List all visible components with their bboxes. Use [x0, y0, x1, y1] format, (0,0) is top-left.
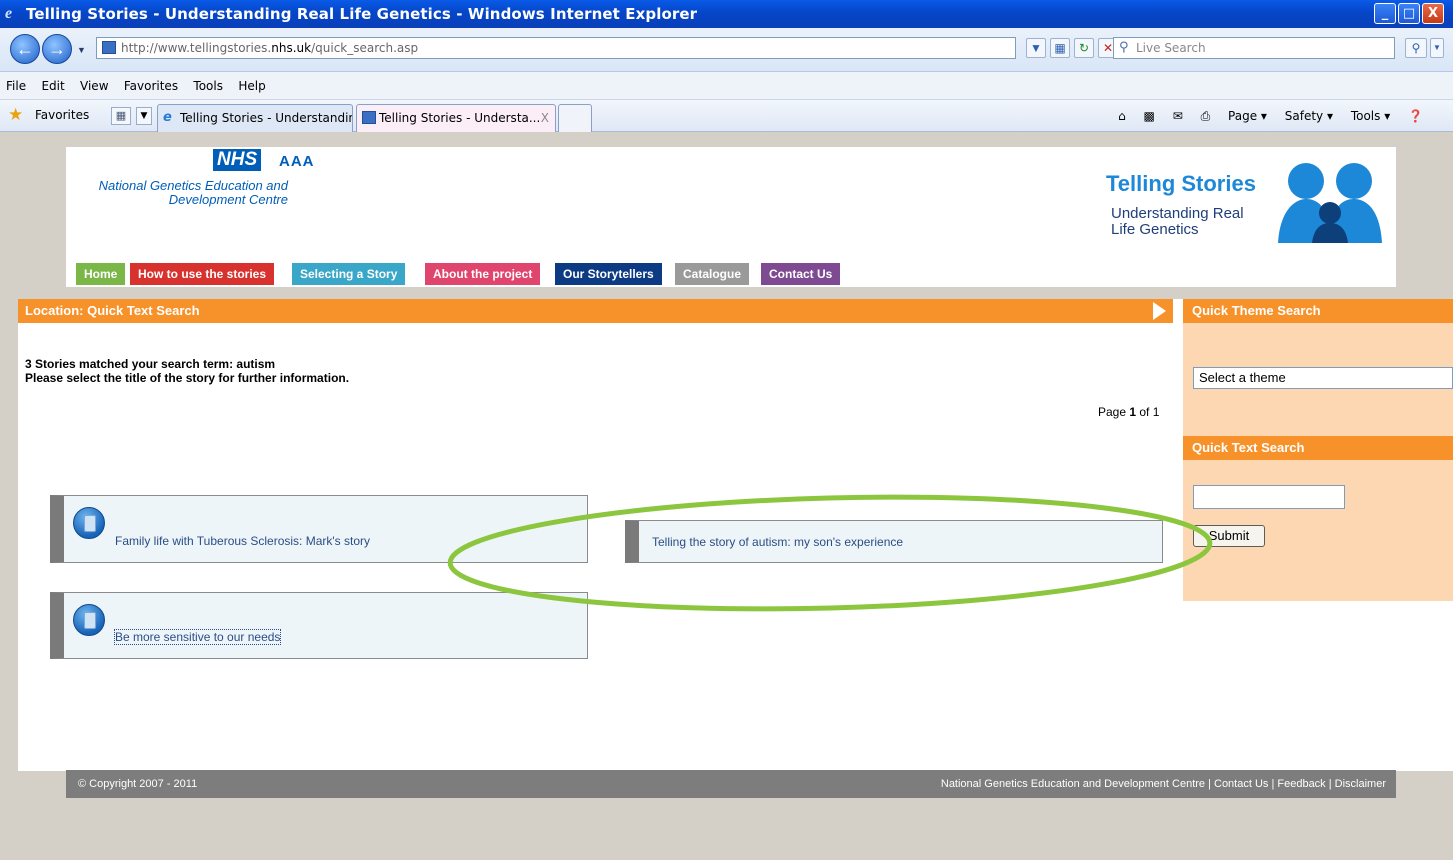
close-window-button[interactable]: X — [1422, 3, 1444, 24]
site-title: Telling Stories — [1106, 171, 1256, 196]
url-domain: nhs.uk — [271, 41, 312, 55]
page-tab-icon — [362, 111, 376, 124]
forward-button[interactable]: → — [42, 34, 72, 64]
menu-bar: File Edit View Favorites Tools Help — [0, 72, 1453, 100]
location-bar: Location: Quick Text Search — [18, 299, 1173, 323]
org-name-line2: Development Centre — [168, 192, 288, 207]
theme-select[interactable]: Select a theme — [1193, 367, 1453, 389]
org-name-line1: National Genetics Education and — [98, 178, 288, 193]
maximize-button[interactable]: □ — [1398, 3, 1420, 24]
submit-button[interactable]: Submit — [1193, 525, 1265, 547]
site-subtitle-line2: Life Genetics — [1111, 221, 1199, 238]
new-tab-button[interactable] — [558, 104, 592, 132]
command-bar: ⌂ ▩ ✉ ⎙ Page ▾ Safety ▾ Tools ▾ ❓ — [1104, 100, 1423, 132]
address-bar: ← → ▼ http://www.tellingstories.nhs.uk/q… — [0, 28, 1453, 72]
nhs-logo[interactable]: NHS — [213, 149, 262, 171]
nav-catalogue[interactable]: Catalogue — [675, 263, 750, 285]
results-instruction-text: Please select the title of the story for… — [25, 371, 350, 385]
history-dropdown-icon[interactable]: ▼ — [77, 45, 86, 55]
menu-help[interactable]: Help — [238, 72, 265, 100]
back-button[interactable]: ← — [10, 34, 40, 64]
home-icon[interactable]: ⌂ — [1118, 109, 1126, 123]
site-subtitle-line1: Understanding Real — [1111, 205, 1244, 222]
mail-icon[interactable]: ✉ — [1173, 109, 1183, 123]
refresh-icon[interactable]: ↻ — [1074, 38, 1094, 58]
chevron-right-icon — [1153, 302, 1166, 320]
film-icon — [73, 507, 105, 539]
menu-edit[interactable]: Edit — [41, 72, 64, 100]
menu-tools[interactable]: Tools — [193, 72, 223, 100]
page-label: Page — [1098, 405, 1130, 419]
tab-list-dropdown-icon[interactable]: ▼ — [136, 107, 152, 125]
page-viewport: NHS AAA National Genetics Education and … — [8, 133, 1453, 860]
copyright-text: © Copyright 2007 - 2011 — [78, 778, 198, 790]
quick-search-input[interactable] — [1193, 485, 1345, 509]
site-header: NHS AAA National Genetics Education and … — [66, 147, 1396, 287]
location-label: Location: Quick Text Search — [25, 303, 200, 318]
live-search-input[interactable]: ⚲ Live Search — [1113, 37, 1395, 59]
site-subtitle: Understanding Real Life Genetics — [1111, 206, 1271, 238]
results-count-text: 3 Stories matched your search term: auti… — [25, 357, 276, 371]
tools-menu[interactable]: Tools ▾ — [1351, 109, 1390, 123]
ie-logo-icon: e — [5, 5, 13, 22]
ie-tab-icon: e — [163, 110, 172, 125]
minimize-button[interactable]: _ — [1374, 3, 1396, 24]
nav-how-to-use[interactable]: How to use the stories — [130, 263, 275, 285]
window-titlebar: e Telling Stories - Understanding Real L… — [0, 0, 1453, 28]
text-search-heading: Quick Text Search — [1183, 436, 1453, 460]
page-icon — [102, 41, 116, 54]
text-size-controls[interactable]: AAA — [279, 153, 315, 170]
search-icon: ⚲ — [1119, 40, 1129, 55]
print-icon[interactable]: ⎙ — [1201, 109, 1211, 123]
url-input[interactable]: http://www.tellingstories.nhs.uk/quick_s… — [96, 37, 1016, 59]
people-logo-icon — [1278, 163, 1382, 243]
search-go-icon[interactable]: ⚲ — [1405, 38, 1427, 58]
page-menu[interactable]: Page ▾ — [1228, 109, 1267, 123]
story-link[interactable]: Be more sensitive to our needs — [113, 629, 282, 645]
story-link[interactable]: Family life with Tuberous Sclerosis: Mar… — [115, 534, 370, 548]
compatibility-icon[interactable]: ▦ — [1050, 38, 1070, 58]
story-card: Telling the story of autism: my son's ex… — [625, 520, 1163, 563]
org-name[interactable]: National Genetics Education and Developm… — [86, 179, 288, 207]
help-icon[interactable]: ❓ — [1408, 109, 1423, 123]
favorites-button[interactable]: Favorites — [35, 108, 89, 122]
browser-tab-2-label: Telling Stories - Understa... — [379, 111, 541, 125]
url-dropdown-icon[interactable]: ▼ — [1026, 38, 1046, 58]
nav-selecting-a-story[interactable]: Selecting a Story — [292, 263, 406, 285]
safety-menu[interactable]: Safety ▾ — [1285, 109, 1333, 123]
search-sidebar: Quick Theme Search Select a theme Quick … — [1183, 299, 1453, 601]
browser-tab-1[interactable]: e Telling Stories - Understandin... — [157, 104, 353, 132]
nav-contact-us[interactable]: Contact Us — [761, 263, 841, 285]
window-title: Telling Stories - Understanding Real Lif… — [26, 5, 698, 23]
feeds-icon[interactable]: ▩ — [1144, 109, 1155, 123]
film-icon — [73, 604, 105, 636]
browser-tab-2[interactable]: Telling Stories - Understa... X — [356, 104, 556, 132]
theme-search-heading: Quick Theme Search — [1183, 299, 1453, 323]
url-prefix: http://www.tellingstories. — [121, 41, 272, 55]
browser-tab-1-label: Telling Stories - Understandin... — [180, 111, 353, 125]
search-options-icon[interactable]: ▼ — [1430, 38, 1444, 58]
menu-favorites[interactable]: Favorites — [124, 72, 178, 100]
favorites-star-icon[interactable]: ★ — [8, 105, 23, 125]
menu-view[interactable]: View — [80, 72, 108, 100]
story-link[interactable]: Telling the story of autism: my son's ex… — [652, 535, 903, 549]
pagination: Page 1 of 1 — [1098, 405, 1159, 419]
page-total: of 1 — [1136, 405, 1160, 419]
nav-about-the-project[interactable]: About the project — [425, 263, 541, 285]
story-card: Be more sensitive to our needs — [50, 592, 588, 659]
search-placeholder: Live Search — [1136, 41, 1206, 55]
footer-links[interactable]: National Genetics Education and Developm… — [941, 770, 1386, 798]
url-path: /quick_search.asp — [311, 41, 419, 55]
nav-home[interactable]: Home — [76, 263, 126, 285]
close-tab-icon[interactable]: X — [541, 105, 549, 131]
main-content: Location: Quick Text Search 3 Stories ma… — [18, 299, 1453, 771]
search-results-summary: 3 Stories matched your search term: auti… — [25, 357, 349, 385]
menu-file[interactable]: File — [6, 72, 26, 100]
favorites-bar: ★ Favorites ▦ ▼ e Telling Stories - Unde… — [0, 100, 1453, 132]
quick-tabs-icon[interactable]: ▦ — [111, 107, 131, 125]
nav-our-storytellers[interactable]: Our Storytellers — [555, 263, 662, 285]
site-footer: © Copyright 2007 - 2011 National Genetic… — [66, 770, 1396, 798]
story-card: Family life with Tuberous Sclerosis: Mar… — [50, 495, 588, 563]
